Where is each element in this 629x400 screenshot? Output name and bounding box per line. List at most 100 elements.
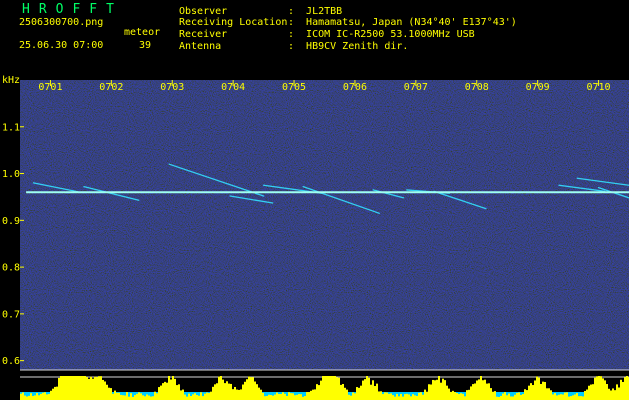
level-bar: [408, 394, 410, 400]
level-bar: [624, 377, 626, 400]
level-bar: [20, 393, 22, 400]
level-bar: [564, 392, 566, 400]
level-bar: [270, 395, 272, 400]
level-bar: [166, 382, 168, 400]
level-bar: [432, 379, 434, 400]
level-bar: [214, 384, 216, 400]
level-bar: [286, 395, 288, 400]
level-bar: [328, 376, 330, 400]
level-bar: [606, 384, 608, 400]
level-bar: [610, 390, 612, 400]
x-tick-label: 0702: [99, 82, 123, 93]
level-bar: [260, 389, 262, 400]
level-bar: [220, 376, 222, 400]
level-bar: [162, 383, 164, 400]
level-bar: [322, 376, 324, 400]
x-tick-label: 0701: [38, 82, 62, 93]
level-bar: [76, 376, 78, 400]
level-bar: [252, 377, 254, 400]
level-bar: [410, 396, 412, 400]
level-bar: [414, 395, 416, 400]
level-bar: [262, 392, 264, 400]
level-bar: [356, 387, 358, 400]
level-bar: [172, 376, 174, 400]
level-bar: [280, 393, 282, 400]
level-bar: [534, 380, 536, 400]
level-bar: [204, 393, 206, 400]
level-bar: [378, 391, 380, 400]
level-bar: [296, 394, 298, 400]
level-bar: [346, 389, 348, 400]
y-tick-label: 0.8: [2, 263, 20, 274]
level-bar: [160, 385, 162, 400]
level-bar: [452, 390, 454, 400]
level-bar: [598, 376, 600, 400]
level-bar: [222, 379, 224, 400]
level-bar: [98, 376, 100, 400]
level-bar: [82, 376, 84, 400]
level-bar: [298, 394, 300, 400]
level-bar: [188, 393, 190, 400]
level-bar: [454, 392, 456, 400]
level-bar: [42, 392, 44, 400]
level-bar: [350, 395, 352, 400]
level-bar: [186, 396, 188, 400]
level-bar: [148, 395, 150, 400]
level-bar: [268, 394, 270, 400]
level-bar: [390, 393, 392, 400]
level-bar: [536, 376, 538, 400]
level-bar: [202, 396, 204, 400]
level-bar: [272, 395, 274, 400]
level-bar: [136, 393, 138, 400]
level-bar: [592, 384, 594, 400]
level-bar: [212, 386, 214, 400]
level-bar: [518, 392, 520, 400]
level-bar: [38, 395, 40, 400]
level-bar: [198, 395, 200, 400]
x-tick-label: 0709: [526, 82, 550, 93]
level-bar: [64, 376, 66, 400]
level-bar: [384, 392, 386, 400]
level-bar: [544, 381, 546, 400]
level-bar: [68, 376, 70, 400]
level-bar: [622, 381, 624, 400]
level-bar: [158, 387, 160, 400]
level-bar: [560, 394, 562, 400]
level-bar: [70, 376, 72, 400]
level-bar: [416, 395, 418, 400]
level-bar: [358, 387, 360, 400]
level-bar: [514, 394, 516, 400]
level-bar: [110, 388, 112, 400]
level-bar: [552, 394, 554, 400]
y-tick-label: 0.9: [2, 216, 20, 227]
x-tick-label: 0707: [404, 82, 428, 93]
level-bar: [428, 384, 430, 400]
level-bar: [608, 388, 610, 400]
level-bar: [508, 393, 510, 400]
level-bar: [470, 386, 472, 400]
level-bar: [216, 383, 218, 400]
level-bar: [56, 386, 58, 400]
level-bar: [546, 388, 548, 400]
level-bar: [340, 384, 342, 400]
level-bar: [118, 392, 120, 400]
level-bar: [248, 376, 250, 400]
level-bar: [210, 391, 212, 400]
level-bar: [412, 394, 414, 400]
level-bar: [106, 384, 108, 400]
level-bar: [336, 377, 338, 400]
level-bar: [478, 379, 480, 400]
level-bar: [354, 393, 356, 400]
level-bar: [528, 385, 530, 400]
level-bar: [436, 379, 438, 400]
level-bar: [24, 395, 26, 400]
level-bar: [482, 380, 484, 400]
level-bar: [562, 394, 564, 400]
level-bar: [230, 383, 232, 400]
level-bar: [300, 394, 302, 400]
level-bar: [312, 389, 314, 400]
y-tick-label: 1.1: [2, 122, 20, 133]
level-bar: [476, 380, 478, 400]
level-bar: [596, 376, 598, 400]
level-bar: [40, 393, 42, 400]
